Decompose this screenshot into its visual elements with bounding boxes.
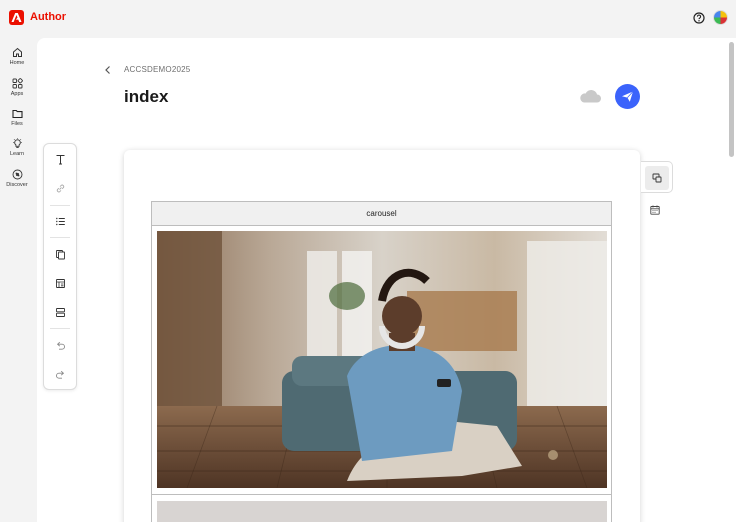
help-icon[interactable] <box>693 12 705 24</box>
block-icon <box>55 278 65 288</box>
back-chevron-icon[interactable] <box>104 65 112 75</box>
publish-button[interactable] <box>615 84 640 109</box>
toolbar-divider <box>50 237 70 238</box>
slide-divider <box>152 494 611 495</box>
undo-icon <box>56 341 65 350</box>
adobe-logo[interactable] <box>9 10 24 25</box>
nav-label-discover: Discover <box>6 182 28 188</box>
editing-toolbar <box>43 143 77 390</box>
app-name[interactable]: Author <box>30 11 66 23</box>
redo-button[interactable] <box>44 363 76 385</box>
apps-icon <box>12 78 23 89</box>
nav-label-apps: Apps <box>10 91 24 97</box>
side-panel-toggle[interactable] <box>641 161 673 193</box>
carousel-label: carousel <box>152 202 611 226</box>
breadcrumb[interactable]: ACCSDEMO2025 <box>124 65 190 74</box>
nav-item-files[interactable]: Files <box>0 108 34 127</box>
link-icon <box>56 184 64 192</box>
nav-label-home: Home <box>9 60 25 66</box>
compass-icon <box>12 169 22 180</box>
carousel-block[interactable]: carousel <box>151 201 612 522</box>
slide-photo <box>157 231 607 488</box>
nav-label-learn: Learn <box>9 151 25 157</box>
link-tool[interactable] <box>44 177 76 199</box>
home-icon <box>12 47 22 57</box>
copy-icon <box>55 249 65 259</box>
top-bar: Author <box>0 0 736 36</box>
section-icon <box>55 307 65 317</box>
user-avatar[interactable] <box>713 10 728 25</box>
calendar-icon[interactable] <box>650 205 660 215</box>
send-icon <box>622 91 634 102</box>
redo-icon <box>55 370 64 379</box>
properties-icon <box>652 173 662 183</box>
nav-item-discover[interactable]: Discover <box>0 169 34 188</box>
folder-icon <box>11 109 23 119</box>
copy-tool[interactable] <box>44 243 76 265</box>
text-tool[interactable] <box>44 148 76 170</box>
list-tool[interactable] <box>44 210 76 232</box>
properties-button[interactable] <box>645 166 669 190</box>
carousel-slide-next[interactable] <box>157 501 607 522</box>
undo-button[interactable] <box>44 334 76 356</box>
section-tool[interactable] <box>44 301 76 323</box>
toolbar-divider <box>50 205 70 206</box>
nav-item-learn[interactable]: Learn <box>0 138 34 157</box>
list-icon <box>55 217 65 225</box>
toolbar-divider <box>50 328 70 329</box>
nav-item-apps[interactable]: Apps <box>0 78 34 97</box>
text-icon <box>56 154 64 164</box>
lightbulb-icon <box>12 138 22 148</box>
carousel-slide-image[interactable] <box>157 231 607 488</box>
block-tool[interactable] <box>44 272 76 294</box>
page-title: index <box>124 87 169 106</box>
nav-item-home[interactable]: Home <box>0 47 34 66</box>
cloud-icon <box>580 89 601 103</box>
scrollbar[interactable] <box>729 42 734 157</box>
nav-label-files: Files <box>11 121 23 127</box>
